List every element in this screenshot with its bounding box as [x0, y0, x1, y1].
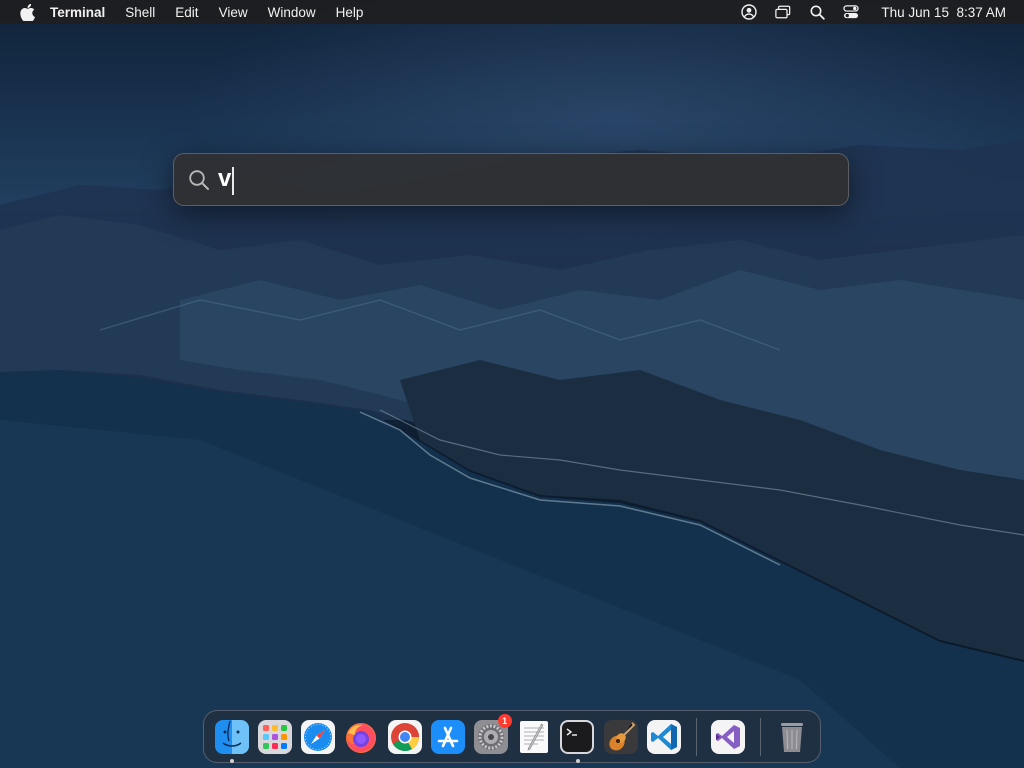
search-icon — [188, 169, 210, 191]
notification-badge: 1 — [497, 713, 512, 728]
spotlight-search-bar[interactable]: v — [173, 153, 849, 206]
desktop-wallpaper — [0, 0, 1024, 768]
dock-item-finder[interactable] — [213, 718, 250, 763]
running-indicator — [230, 758, 234, 763]
menu-edit[interactable]: Edit — [175, 5, 198, 20]
dock: 1 — [203, 710, 821, 763]
trash-icon — [781, 722, 804, 752]
safari-icon — [301, 719, 336, 754]
dock-item-guitar-app[interactable] — [602, 718, 639, 756]
menu-shell[interactable]: Shell — [125, 5, 155, 20]
menu-window[interactable]: Window — [268, 5, 316, 20]
app-store-icon — [430, 719, 465, 754]
dock-item-trash[interactable] — [774, 718, 811, 756]
apple-menu-icon[interactable] — [18, 3, 36, 21]
running-indicator — [575, 758, 580, 763]
launchpad-icon — [257, 719, 292, 754]
spotlight-query-text: v — [218, 164, 232, 192]
spotlight-search-input[interactable]: v — [218, 164, 234, 196]
user-account-icon[interactable] — [741, 4, 758, 20]
menu-app-name[interactable]: Terminal — [50, 5, 105, 20]
finder-icon — [214, 719, 249, 754]
wallpaper-landscape — [0, 140, 1024, 768]
dock-item-textedit[interactable] — [516, 718, 553, 756]
dock-item-safari[interactable] — [299, 718, 336, 756]
firefox-icon — [346, 722, 377, 753]
textedit-icon — [520, 720, 549, 753]
dock-item-chrome[interactable] — [386, 718, 423, 756]
text-caret — [232, 167, 234, 196]
dock-item-firefox[interactable] — [343, 718, 380, 756]
menu-help[interactable]: Help — [336, 5, 364, 20]
dock-separator — [759, 717, 761, 756]
screen-mirroring-icon[interactable] — [775, 4, 791, 20]
menu-bar-status-area: Thu Jun 15 8:37 AM — [723, 4, 1012, 20]
dock-item-visual-studio[interactable] — [710, 718, 747, 756]
visual-studio-icon — [711, 719, 746, 754]
spotlight-search-icon[interactable] — [809, 4, 825, 20]
dock-item-launchpad[interactable] — [256, 718, 293, 756]
dock-separator — [695, 717, 697, 756]
dock-item-terminal[interactable] — [559, 718, 596, 763]
dock-item-vscode[interactable] — [645, 718, 682, 756]
menu-view[interactable]: View — [219, 5, 248, 20]
vscode-icon — [646, 719, 681, 754]
menu-bar: Terminal Shell Edit View Window Help Thu… — [0, 0, 1024, 24]
dock-item-system-preferences[interactable]: 1 — [472, 713, 512, 756]
terminal-icon — [560, 719, 595, 754]
guitar-app-icon — [603, 719, 638, 754]
menu-bar-clock[interactable]: Thu Jun 15 8:37 AM — [881, 5, 1006, 20]
control-center-icon[interactable] — [843, 4, 860, 20]
chrome-icon — [387, 719, 422, 754]
dock-item-app-store[interactable] — [429, 718, 466, 756]
